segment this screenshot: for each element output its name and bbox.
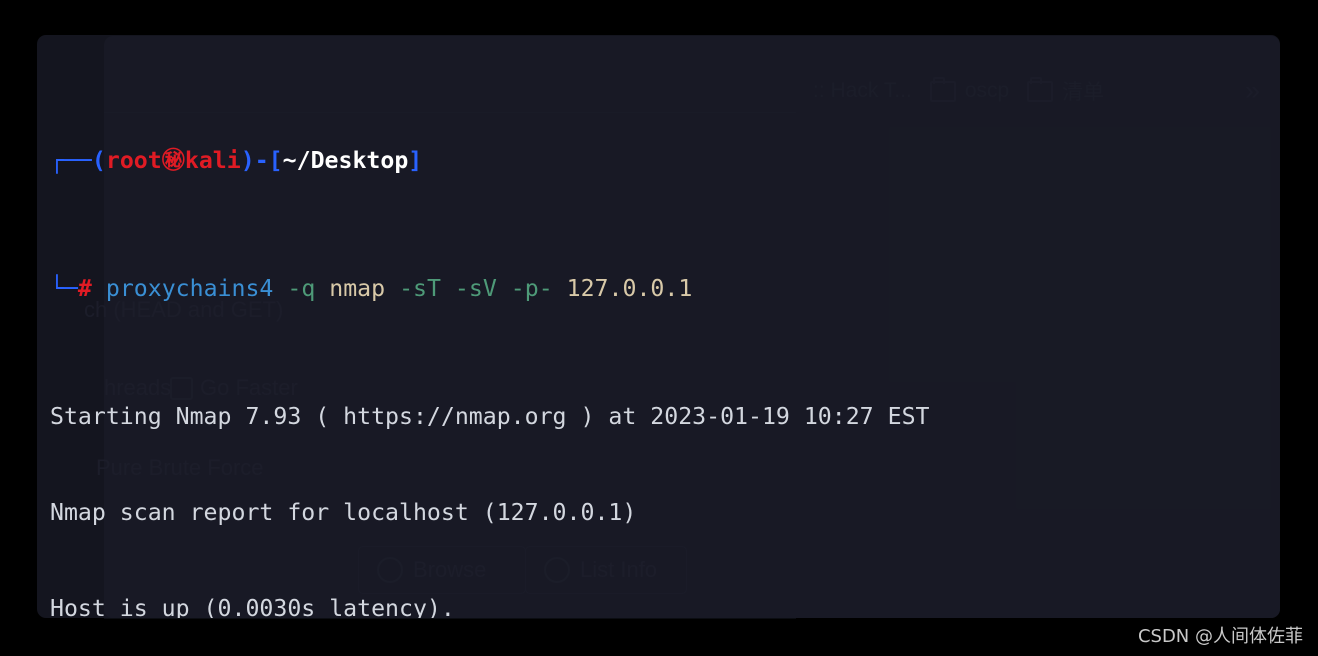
output-line: Nmap scan report for localhost (127.0.0.… <box>50 499 637 526</box>
prompt-frame-bottom: └─ <box>50 275 78 302</box>
prompt-bracket-close: ] <box>408 147 423 174</box>
prompt-dash: - <box>254 147 269 174</box>
command-flag-sv: -sV <box>454 275 497 302</box>
command-flag-q: -q <box>287 275 316 302</box>
command-flag-st: -sT <box>399 275 441 302</box>
prompt-hash: # <box>77 275 92 302</box>
terminal-window[interactable]: ┌──(root㊙kali)-[~/Desktop] └─# proxychai… <box>37 35 1280 618</box>
prompt-host: kali <box>184 147 241 174</box>
output-line: Host is up (0.0030s latency). <box>50 595 455 618</box>
prompt-path: /Desktop <box>296 147 409 174</box>
command-program: proxychains4 <box>105 275 274 302</box>
command-flag-p: -p- <box>510 275 553 302</box>
command-target: 127.0.0.1 <box>566 275 693 302</box>
prompt-at-icon: ㊙ <box>161 147 185 174</box>
prompt-paren-open: ( <box>91 147 106 174</box>
command-line: └─# proxychains4 -q nmap -sT -sV -p- 127… <box>50 273 1280 305</box>
prompt-frame-top: ┌── <box>50 147 92 174</box>
prompt-user: root <box>105 147 162 174</box>
prompt-bracket-open: [ <box>268 147 283 174</box>
prompt-line-top: ┌──(root㊙kali)-[~/Desktop] <box>50 145 1280 177</box>
output-line: Starting Nmap 7.93 ( https://nmap.org ) … <box>50 403 930 430</box>
csdn-watermark: CSDN @人间体佐菲 <box>1137 626 1303 647</box>
command-tool: nmap <box>329 275 386 302</box>
prompt-path-tilde: ~ <box>282 147 297 174</box>
terminal-output-area[interactable]: ┌──(root㊙kali)-[~/Desktop] └─# proxychai… <box>50 49 1280 618</box>
prompt-paren-close: ) <box>240 147 255 174</box>
